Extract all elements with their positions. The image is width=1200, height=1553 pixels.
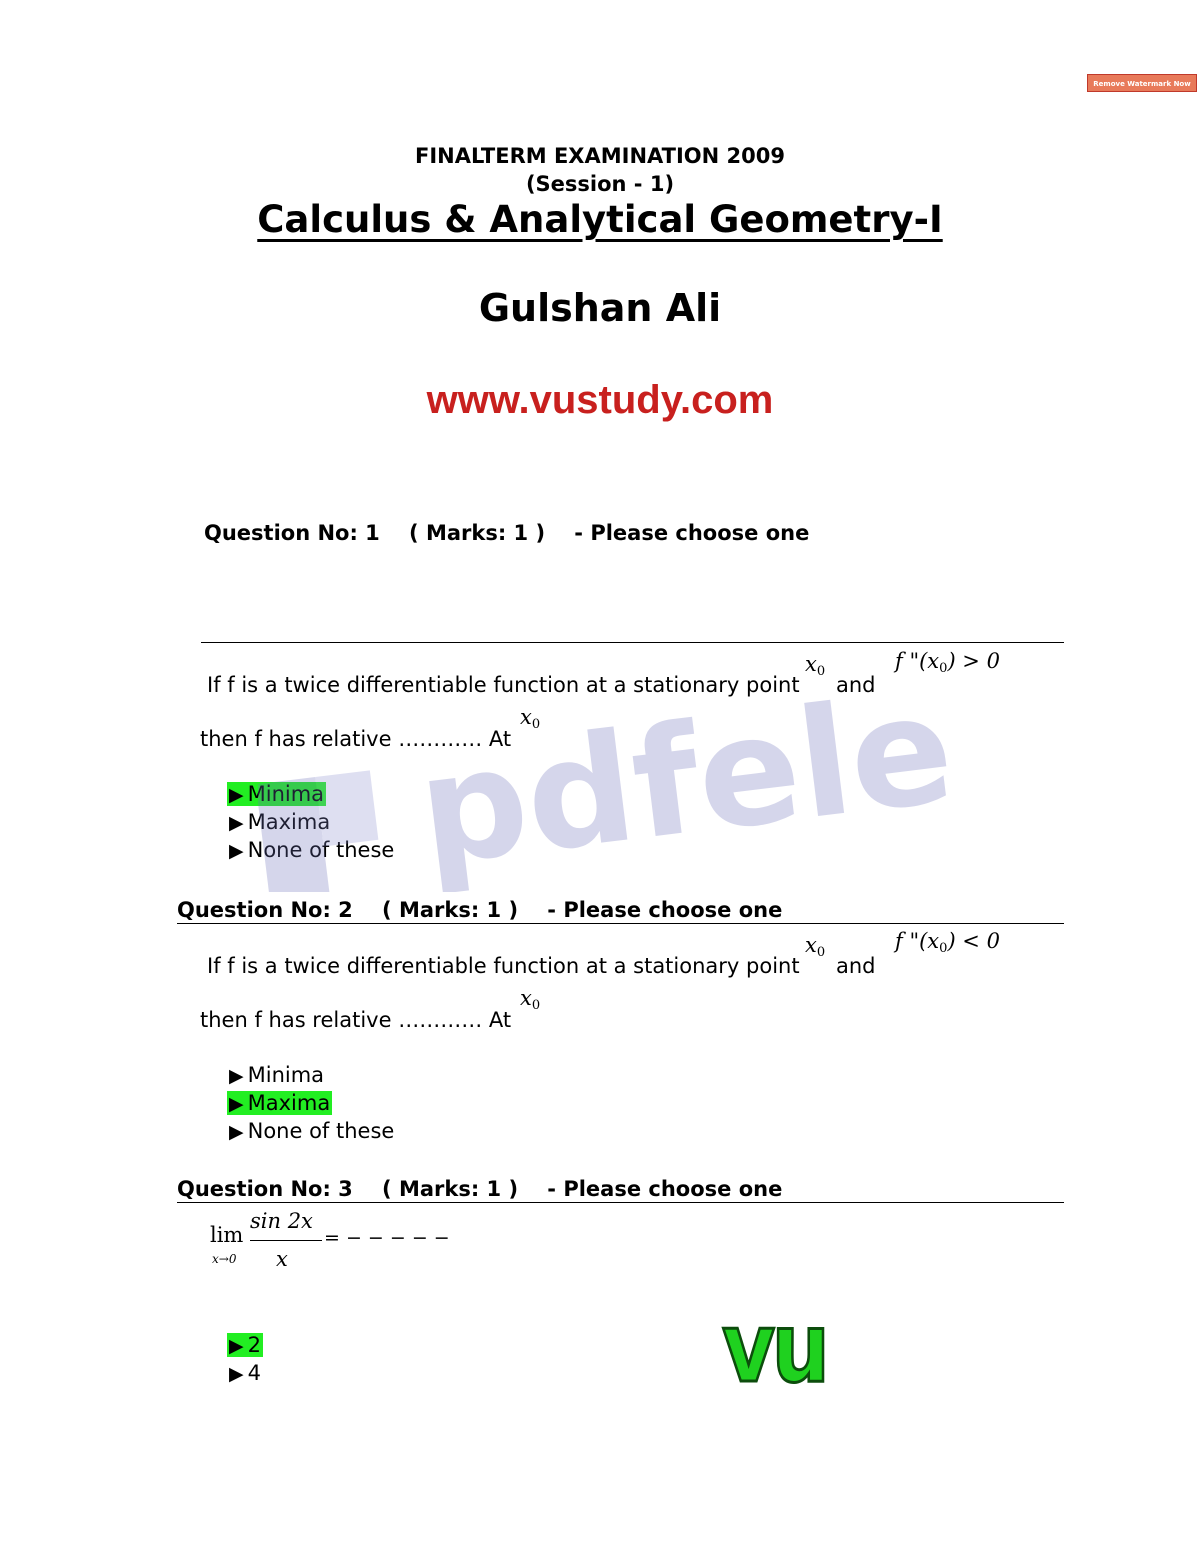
question-1-rule [201,642,1064,643]
author-name: Gulshan Ali [478,286,722,330]
question-1-condition: f "(x0) > 0 [895,649,1000,676]
triangle-bullet-icon: ▶ [229,1121,244,1143]
option-none[interactable]: ▶ None of these [227,1119,396,1143]
option-4[interactable]: ▶ 4 [227,1361,263,1385]
remove-watermark-button[interactable]: Remove Watermark Now [1087,74,1197,92]
question-2-and: and [836,954,876,978]
option-minima[interactable]: ▶ Minima [227,1063,326,1087]
question-2-point-2: x0 [520,986,541,1013]
triangle-bullet-icon: ▶ [229,1335,244,1357]
question-1-line1: If f is a twice differentiable function … [207,673,800,697]
vu-logo: vu [721,1291,831,1406]
question-1-line2: then f has relative ………… At [200,727,512,751]
lim-subscript: x→0 [212,1252,237,1266]
question-3-rule [177,1202,1064,1203]
question-1-point: x0 [805,652,826,679]
question-2-condition: f "(x0) < 0 [895,929,1000,956]
blank-dashes: = − − − − − [324,1227,450,1249]
option-maxima[interactable]: ▶ Maxima [227,810,332,834]
limit-expression: lim x→0 sin 2x x = − − − − − [210,1209,450,1275]
fraction-denominator: x [276,1247,288,1271]
question-1-options: ▶ Minima ▶ Maxima ▶ None of these [227,781,396,865]
exam-title: FINALTERM EXAMINATION 2009 [415,144,785,168]
option-none[interactable]: ▶ None of these [227,838,396,862]
lim-label: lim [210,1223,244,1247]
course-title: Calculus & Analytical Geometry-I [257,198,943,241]
triangle-bullet-icon: ▶ [229,1363,244,1385]
question-1-heading: Question No: 1 ( Marks: 1 ) - Please cho… [204,521,810,545]
option-minima[interactable]: ▶ Minima [227,782,327,806]
question-1-and: and [836,673,876,697]
question-2-line2: then f has relative ………… At [200,1008,512,1032]
question-2-point: x0 [805,933,826,960]
watermark-text: pdfelement [410,672,948,892]
option-maxima[interactable]: ▶ Maxima [227,1091,333,1115]
triangle-bullet-icon: ▶ [229,1065,244,1087]
question-2-heading: Question No: 2 ( Marks: 1 ) - Please cho… [177,898,783,922]
website-link[interactable]: www.vustudy.com [0,378,1200,423]
triangle-bullet-icon: ▶ [229,1093,244,1115]
question-2-line1: If f is a twice differentiable function … [207,954,800,978]
triangle-bullet-icon: ▶ [229,812,244,834]
question-3-heading: Question No: 3 ( Marks: 1 ) - Please cho… [177,1177,783,1201]
question-3-options: ▶ 2 ▶ 4 [227,1332,263,1388]
triangle-bullet-icon: ▶ [229,840,244,862]
question-2-rule [177,923,1064,924]
triangle-bullet-icon: ▶ [229,784,244,806]
option-2[interactable]: ▶ 2 [227,1333,263,1357]
question-2-options: ▶ Minima ▶ Maxima ▶ None of these [227,1062,396,1146]
fraction-numerator: sin 2x [250,1209,313,1233]
session-label: (Session - 1) [525,172,675,196]
fraction-bar [250,1240,322,1241]
question-1-point-2: x0 [520,705,541,732]
